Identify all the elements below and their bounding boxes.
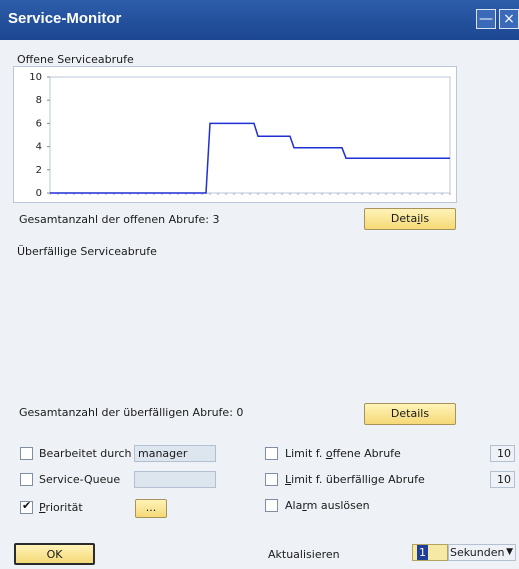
y-tick-label: 10: [29, 72, 42, 83]
title-bar: Service-Monitor — ×: [0, 0, 519, 40]
open-calls-total: Gesamtanzahl der offenen Abrufe: 3: [19, 213, 220, 226]
refresh-interval-value: 1: [417, 545, 428, 560]
y-tick-label: 2: [36, 165, 42, 176]
y-tick-label: 8: [36, 95, 42, 106]
open-calls-chart-svg: 0 2 4 6 8 10: [29, 72, 451, 199]
close-button[interactable]: ×: [499, 9, 519, 29]
open-limit-label: Limit f. offene Abrufe: [285, 447, 401, 460]
overdue-limit-checkbox[interactable]: [265, 473, 278, 486]
priority-label: Priorität: [39, 501, 83, 514]
refresh-label: Aktualisieren: [268, 548, 340, 561]
series-line: [50, 122, 450, 194]
plot-frame: [49, 76, 451, 194]
open-calls-details-label: Details: [390, 212, 430, 225]
refresh-unit-select[interactable]: Sekunden ▼: [448, 544, 516, 561]
y-tick-label: 0: [36, 188, 42, 199]
alarm-label: Alarm auslösen: [285, 499, 370, 512]
minimize-button[interactable]: —: [476, 9, 496, 29]
open-calls-chart: 0 2 4 6 8 10: [13, 66, 457, 203]
refresh-unit-value: Sekunden: [450, 546, 505, 559]
alarm-checkbox[interactable]: [265, 499, 278, 512]
overdue-limit-label: Limit f. überfällige Abrufe: [285, 473, 425, 486]
overdue-calls-total: Gesamtanzahl der überfälligen Abrufe: 0: [19, 406, 244, 419]
y-tick-label: 6: [36, 118, 42, 129]
processed-by-field[interactable]: manager: [134, 445, 216, 462]
chevron-down-icon: ▼: [506, 547, 513, 557]
open-calls-heading: Offene Serviceabrufe: [17, 53, 134, 66]
processed-by-label: Bearbeitet durch: [39, 447, 132, 460]
processed-by-checkbox[interactable]: [20, 447, 33, 460]
open-calls-details-button[interactable]: Details: [364, 208, 456, 230]
y-tick-label: 4: [36, 142, 42, 153]
minimize-icon: —: [479, 11, 493, 27]
overdue-limit-field[interactable]: 10: [490, 471, 515, 488]
overdue-calls-details-button[interactable]: Details: [364, 403, 456, 425]
close-icon: ×: [503, 11, 515, 27]
priority-checkbox[interactable]: [20, 499, 33, 514]
service-queue-field[interactable]: [134, 471, 216, 488]
overdue-calls-heading: Überfällige Serviceabrufe: [17, 245, 157, 258]
service-queue-label: Service-Queue: [39, 473, 121, 486]
open-limit-checkbox[interactable]: [265, 447, 278, 460]
refresh-interval-field[interactable]: 1: [412, 544, 448, 561]
window-title: Service-Monitor: [8, 10, 122, 27]
open-limit-field[interactable]: 10: [490, 445, 515, 462]
ok-button[interactable]: OK: [14, 543, 95, 565]
priority-options-button[interactable]: ...: [135, 499, 167, 518]
service-queue-checkbox[interactable]: [20, 473, 33, 486]
